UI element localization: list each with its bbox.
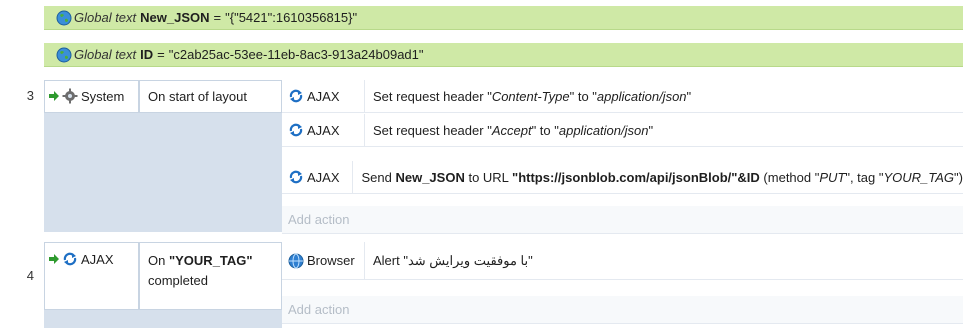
condition-object-name: AJAX	[81, 251, 114, 267]
add-action-link[interactable]: Add action	[282, 206, 963, 234]
global-keyword: Global text	[74, 10, 137, 25]
action-row[interactable]: AJAX Set request header "Accept" to "app…	[282, 114, 963, 147]
action-row[interactable]: AJAX Send New_JSON to URL "https://jsonb…	[282, 161, 963, 194]
condition-cell[interactable]: On "YOUR_TAG" completed	[139, 242, 282, 310]
browser-icon	[288, 253, 304, 268]
add-action-link[interactable]: Add action	[282, 296, 963, 324]
action-object: Browser	[282, 242, 365, 279]
action-object-name: Browser	[307, 253, 355, 268]
action-object: AJAX	[282, 114, 365, 146]
action-text: Alert "با موفقیت ویرایش شد"	[373, 252, 533, 268]
global-variable-row[interactable]: Global text ID = "c2ab25ac-53ee-11eb-8ac…	[44, 43, 963, 67]
condition-text: On start of layout	[148, 89, 247, 104]
globe-icon	[56, 10, 72, 26]
condition-object-cell[interactable]: AJAX	[44, 242, 139, 310]
action-text: Set request header "Content-Type" to "ap…	[373, 88, 692, 104]
global-variable-row[interactable]: Global text New_JSON = "{"5421":16103568…	[44, 6, 963, 30]
condition-text-line2: completed	[148, 273, 208, 288]
action-text: Send New_JSON to URL "https://jsonblob.c…	[361, 169, 963, 185]
action-row[interactable]: AJAX Set request header "Content-Type" t…	[282, 80, 963, 113]
global-name: ID	[140, 47, 154, 62]
global-name: New_JSON	[140, 10, 210, 25]
global-equals: =	[157, 47, 165, 62]
global-value: "c2ab25ac-53ee-11eb-8ac3-913a24b09ad1"	[168, 47, 424, 62]
action-object: AJAX	[282, 161, 354, 193]
green-arrow-icon	[49, 254, 59, 264]
ajax-icon	[289, 89, 303, 103]
ajax-icon	[289, 123, 303, 137]
condition-text: On "YOUR_TAG"	[148, 253, 253, 268]
condition-object-cell[interactable]: System	[44, 80, 139, 113]
action-row[interactable]: Browser Alert "با موفقیت ویرایش شد"	[282, 242, 963, 280]
condition-object-name: System	[81, 88, 125, 104]
event-number: 3	[26, 88, 34, 103]
green-arrow-icon	[49, 91, 59, 101]
action-object-name: AJAX	[307, 169, 340, 185]
action-text: Set request header "Accept" to "applicat…	[373, 122, 654, 138]
gear-icon	[62, 88, 78, 104]
event-number: 4	[26, 268, 34, 283]
action-object-name: AJAX	[307, 122, 340, 138]
ajax-icon	[289, 170, 303, 184]
global-value: "{"5421":1610356815}"	[225, 10, 358, 25]
action-object: AJAX	[282, 80, 365, 112]
ajax-icon	[63, 252, 77, 266]
global-keyword: Global text	[74, 47, 137, 62]
globe-icon	[56, 47, 72, 63]
global-equals: =	[213, 10, 222, 25]
action-object-name: AJAX	[307, 88, 340, 104]
condition-cell[interactable]: On start of layout	[139, 80, 282, 113]
